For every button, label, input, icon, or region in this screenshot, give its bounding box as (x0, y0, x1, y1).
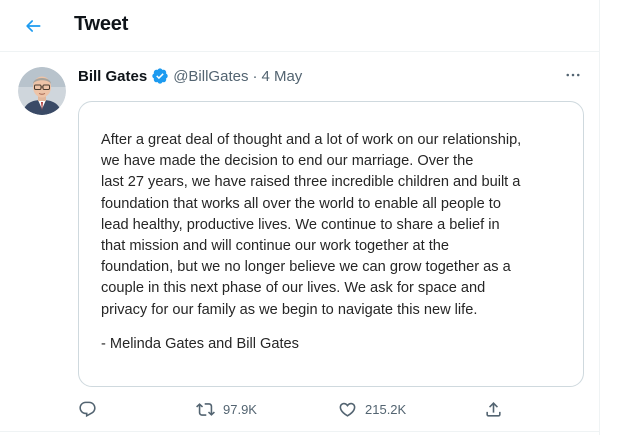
like-button[interactable]: 215.2K (338, 395, 406, 423)
heart-icon (339, 402, 356, 417)
divider (0, 431, 600, 432)
back-button[interactable] (18, 11, 48, 41)
page-header: Tweet (0, 0, 600, 52)
statement-line: lead healthy, productive lives. We conti… (101, 216, 500, 233)
avatar-image (18, 67, 66, 115)
share-button[interactable] (484, 395, 503, 423)
verified-badge-icon (151, 67, 169, 85)
statement-line: that mission and will continue our work … (101, 238, 450, 255)
statement-line: couple in this next phase of our lives. … (101, 280, 486, 297)
retweet-count: 97.9K (223, 401, 257, 417)
share-icon (486, 401, 501, 417)
statement-line: we have made the decision to end our mar… (101, 153, 474, 170)
more-button[interactable] (558, 64, 588, 86)
tweet-author-row: Bill Gates @BillGates · 4 May (78, 66, 302, 86)
tweet-actions: 97.9K 215.2K (0, 395, 600, 423)
statement-line: foundation that works all over the world… (101, 195, 501, 212)
statement-line: foundation, but we no longer believe we … (101, 259, 511, 276)
page-title: Tweet (74, 13, 129, 35)
avatar[interactable] (18, 67, 66, 115)
dot-separator: · (252, 67, 258, 85)
author-handle[interactable]: @BillGates (173, 68, 248, 85)
statement-line: privacy for our family as we begin to na… (101, 301, 478, 318)
retweet-icon (196, 402, 215, 416)
author-name[interactable]: Bill Gates (78, 68, 147, 85)
statement-line: After a great deal of thought and a lot … (101, 132, 522, 148)
tweet-detail-column: Tweet Bill Gates @BillGates · 4 May Afte… (0, 0, 600, 435)
more-horizontal-icon (566, 73, 580, 77)
like-count: 215.2K (365, 401, 407, 417)
statement-line: last 27 years, we have raised three incr… (101, 174, 521, 191)
reply-icon (79, 401, 96, 417)
arrow-left-icon (26, 20, 41, 32)
statement-text: After a great deal of thought and a lot … (101, 130, 571, 321)
tweet-date[interactable]: 4 May (261, 68, 302, 85)
reply-button[interactable] (78, 395, 97, 423)
retweet-button[interactable]: 97.9K (196, 395, 257, 423)
statement-image[interactable]: After a great deal of thought and a lot … (78, 101, 584, 387)
statement-signature: - Melinda Gates and Bill Gates (101, 336, 299, 352)
